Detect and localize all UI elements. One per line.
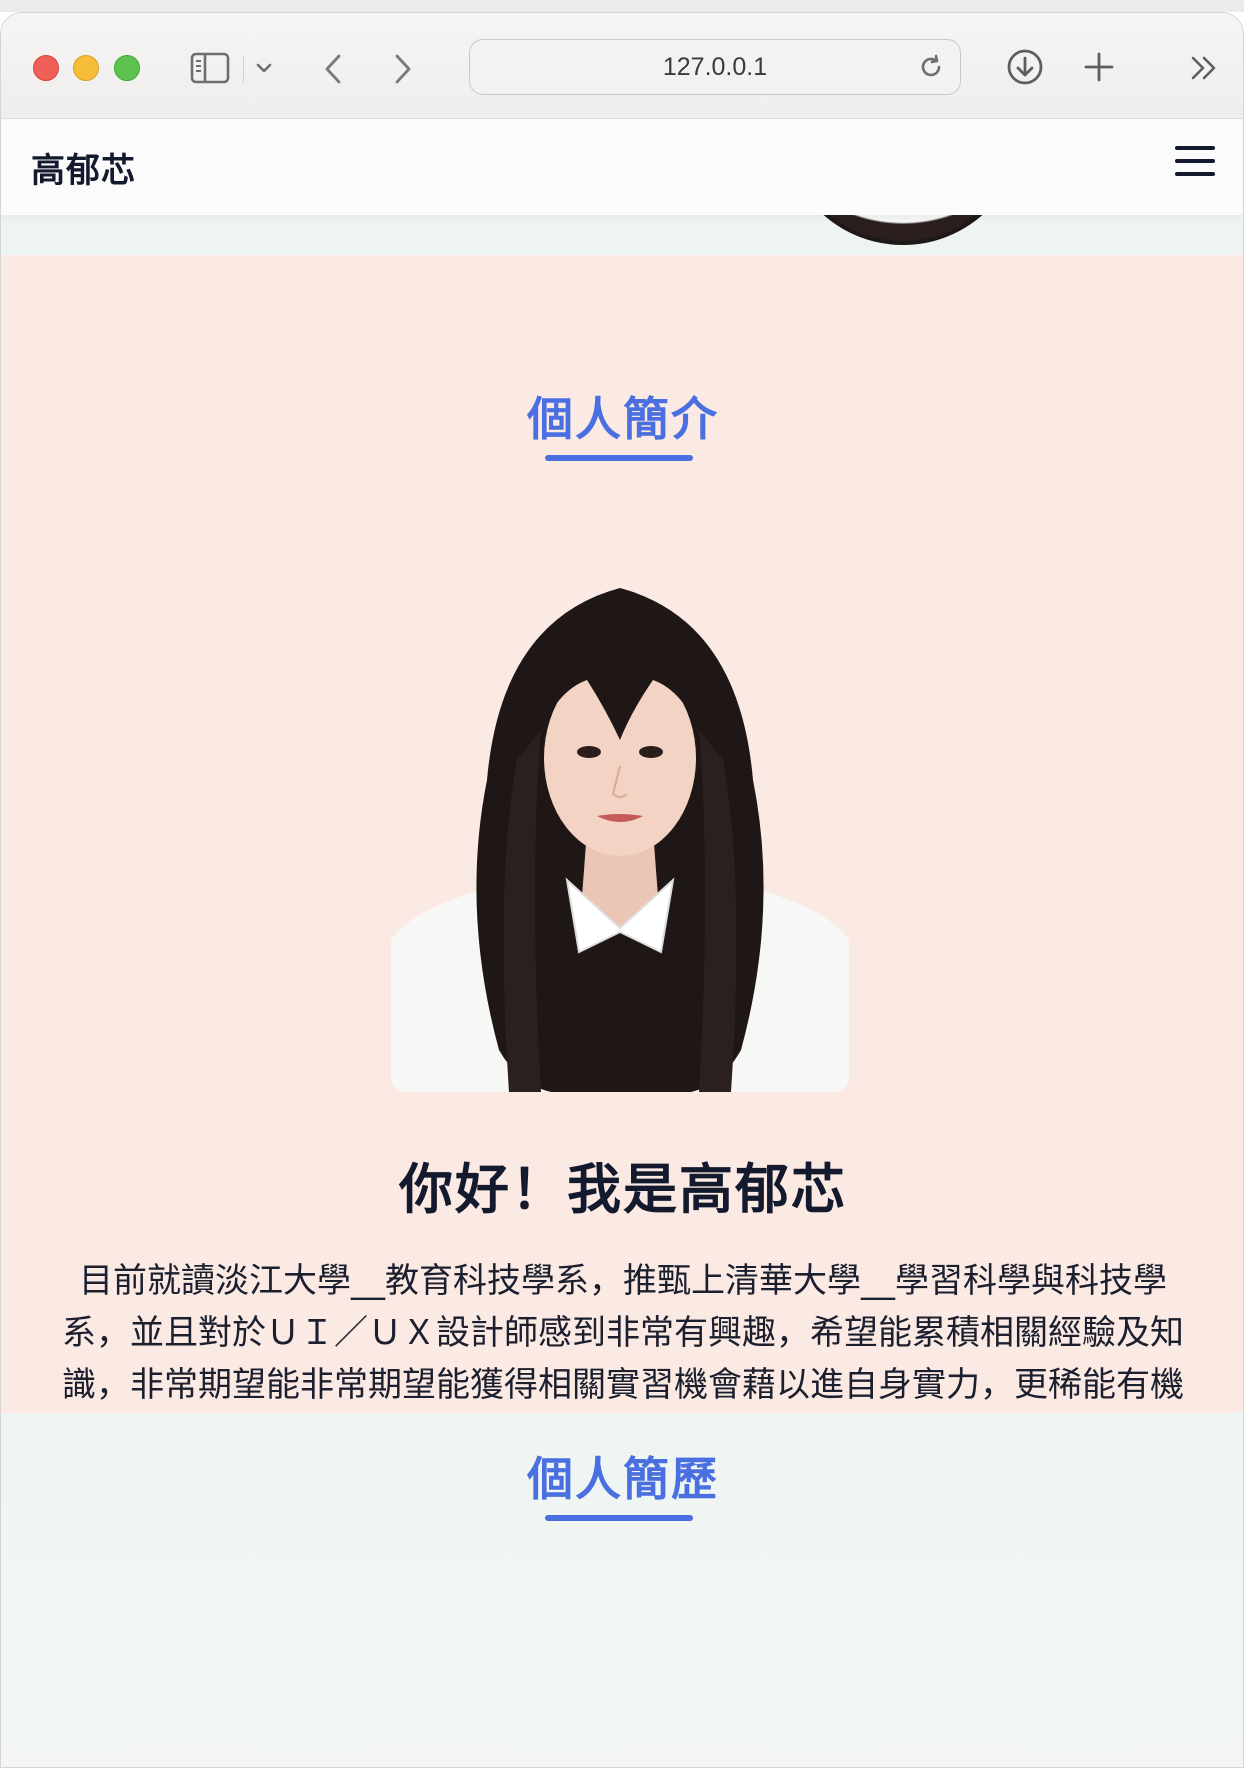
profile-photo xyxy=(391,580,849,1092)
about-section: 個人簡介 你好！我是高郁芯 目前就讀淡江大學__教育科技學系，推甄上清華大學__… xyxy=(1,255,1243,1457)
url-text: 127.0.0.1 xyxy=(662,52,768,81)
hamburger-menu-icon[interactable] xyxy=(1175,146,1215,176)
hero-section xyxy=(1,215,1243,255)
minimize-window-button[interactable] xyxy=(73,55,99,81)
greeting-heading: 你好！我是高郁芯 xyxy=(399,1158,847,1221)
toolbar-divider xyxy=(243,57,244,83)
browser-window: 127.0.0.1 高郁芯 個人簡介 你好！我是高郁芯 目前就讀淡江大學__教育… xyxy=(0,12,1244,1768)
chevron-right-icon[interactable] xyxy=(387,51,419,87)
web-page: 高郁芯 個人簡介 你好！我是高郁芯 目前就讀淡江大學__教育科技學系，推甄上清華… xyxy=(1,119,1243,1767)
plus-icon[interactable] xyxy=(1081,49,1117,85)
chevron-left-icon[interactable] xyxy=(317,51,349,87)
address-bar[interactable]: 127.0.0.1 xyxy=(469,39,961,95)
double-chevron-right-icon[interactable] xyxy=(1187,51,1221,85)
download-icon[interactable] xyxy=(1005,47,1045,87)
browser-toolbar: 127.0.0.1 xyxy=(1,13,1243,119)
zoom-window-button[interactable] xyxy=(114,55,140,81)
resume-section: 個人簡歷 xyxy=(1,1413,1243,1767)
chevron-down-icon[interactable] xyxy=(253,57,275,79)
hero-avatar xyxy=(783,215,1023,245)
resume-title-underline xyxy=(545,1515,693,1521)
window-top-strip xyxy=(0,0,1244,12)
about-title: 個人簡介 xyxy=(527,392,719,446)
about-title-underline xyxy=(545,455,693,461)
sidebar-icon[interactable] xyxy=(189,49,231,87)
site-navbar: 高郁芯 xyxy=(1,119,1243,215)
close-window-button[interactable] xyxy=(33,55,59,81)
reload-icon[interactable] xyxy=(916,52,946,82)
site-brand[interactable]: 高郁芯 xyxy=(31,143,136,192)
resume-title: 個人簡歷 xyxy=(527,1452,719,1506)
